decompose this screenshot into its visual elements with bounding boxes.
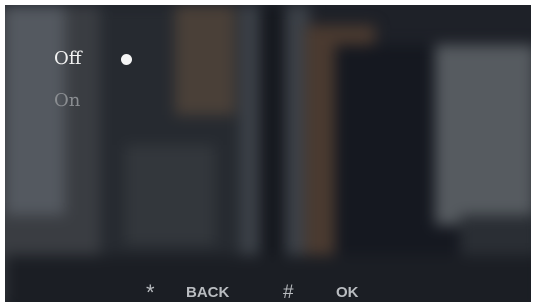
device-screen: Off On * BACK # OK [5, 5, 531, 302]
back-button[interactable]: BACK [186, 283, 229, 302]
menu-option-label: Off [54, 48, 82, 69]
option-menu: Off On [54, 48, 132, 132]
ok-button[interactable]: OK [336, 283, 359, 302]
menu-option-off[interactable]: Off [54, 48, 132, 70]
softkey-bar: * BACK # OK [5, 280, 531, 303]
asterisk-key-icon: * [146, 280, 155, 303]
hash-key-icon: # [283, 282, 294, 303]
menu-option-on[interactable]: On [54, 90, 82, 112]
blurred-background [5, 5, 531, 302]
menu-option-label: On [54, 90, 81, 111]
selected-dot-icon [121, 54, 132, 65]
